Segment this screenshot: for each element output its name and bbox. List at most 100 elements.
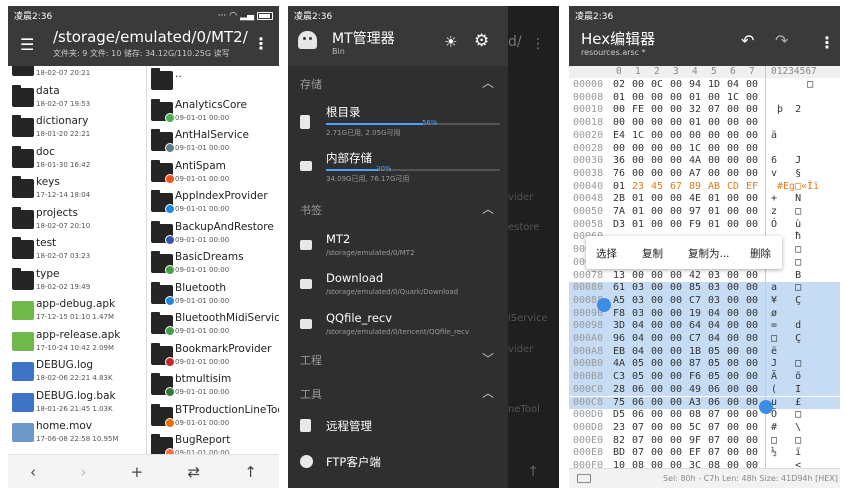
hex-byte[interactable]: 00	[746, 143, 758, 154]
hex-byte[interactable]: 00	[670, 295, 682, 306]
hex-byte[interactable]: 87	[689, 358, 701, 369]
hex-byte[interactable]: 00	[670, 270, 682, 281]
hex-byte[interactable]: 00	[670, 92, 682, 103]
hex-byte[interactable]: 76	[613, 168, 625, 179]
right-list-item[interactable]: btmultisim 09-01-01 00:00	[147, 371, 279, 402]
hex-byte[interactable]: 00	[746, 117, 758, 128]
hex-row[interactable]: 000D0 D5 06 00 00 08 07 00 00 Õ □	[569, 409, 840, 422]
hex-byte[interactable]: 00	[632, 117, 644, 128]
hex-row[interactable]: 00078 13 00 00 00 42 03 00 00 B	[569, 270, 840, 283]
hex-byte[interactable]: 00	[727, 435, 739, 446]
hex-row[interactable]: 00098 3D 04 00 00 64 04 00 00 = d	[569, 320, 840, 333]
hex-row[interactable]: 00040 01 23 45 67 89 AB CD EF #Eg□«Íï	[569, 181, 840, 194]
overflow-menu-icon[interactable]: ⋮	[819, 33, 835, 52]
hex-byte[interactable]: 94	[689, 79, 701, 90]
hex-byte[interactable]: 00	[670, 346, 682, 357]
hex-byte[interactable]: 00	[670, 206, 682, 217]
hex-byte[interactable]: 06	[632, 409, 644, 420]
hex-byte[interactable]: 00	[727, 397, 739, 408]
hex-byte[interactable]: 7A	[613, 206, 625, 217]
hex-byte[interactable]: 00	[670, 371, 682, 382]
hex-row[interactable]: 00048 2B 01 00 00 4E 01 00 00 + N	[569, 193, 840, 206]
hex-byte[interactable]: 00	[746, 155, 758, 166]
hex-byte[interactable]: 00	[727, 219, 739, 230]
hex-byte[interactable]: 00	[746, 79, 758, 90]
menu-copy[interactable]: 复制	[642, 246, 663, 261]
hex-byte[interactable]: 00	[727, 295, 739, 306]
hex-byte[interactable]: 04	[632, 346, 644, 357]
hex-byte[interactable]: 00	[727, 384, 739, 395]
hex-byte[interactable]: 08	[689, 409, 701, 420]
hex-byte[interactable]: 03	[632, 282, 644, 293]
hex-byte[interactable]: F8	[613, 308, 625, 319]
left-list-item[interactable]: keys 17-12-14 18:04	[8, 174, 144, 205]
bookmark-item[interactable]: MT2 /storage/emulated/0/MT2	[288, 232, 508, 264]
hex-byte[interactable]: 00	[746, 104, 758, 115]
hex-byte[interactable]: 00	[670, 333, 682, 344]
hex-byte[interactable]: 49	[689, 384, 701, 395]
right-list-item[interactable]: BluetoothMidiService 09-01-01 00:00	[147, 310, 279, 341]
hex-byte[interactable]: 00	[651, 308, 663, 319]
bookmark-item[interactable]: QQfile_recv /storage/emulated/0/tencent/…	[288, 311, 508, 343]
hex-byte[interactable]: 00	[670, 117, 682, 128]
hex-byte[interactable]: 00	[746, 206, 758, 217]
hex-row[interactable]: 000A8 EB 04 00 00 1B 05 00 00 ë	[569, 345, 840, 359]
menu-select[interactable]: 选择	[596, 246, 617, 261]
hex-byte[interactable]: 00	[746, 409, 758, 420]
hex-byte[interactable]: F6	[689, 371, 701, 382]
hex-byte[interactable]: 06	[632, 397, 644, 408]
hex-byte[interactable]: 00	[670, 447, 682, 458]
hex-byte[interactable]: C7	[689, 295, 701, 306]
hex-byte[interactable]: EF	[746, 181, 758, 192]
hex-byte[interactable]: 28	[613, 384, 625, 395]
hex-row[interactable]: 00000 02 00 0C 00 94 1D 04 00 □	[569, 79, 840, 92]
hex-byte[interactable]: 00	[746, 333, 758, 344]
hex-byte[interactable]: 00	[708, 92, 720, 103]
hex-byte[interactable]: 75	[613, 397, 625, 408]
hex-row[interactable]: 00010 00 FE 00 00 32 07 00 00 þ 2	[569, 104, 840, 117]
hex-byte[interactable]: E4	[613, 130, 625, 141]
hex-byte[interactable]: 00	[632, 143, 644, 154]
hex-byte[interactable]: 45	[651, 181, 663, 192]
hex-byte[interactable]: 00	[746, 193, 758, 204]
hex-byte[interactable]: 00	[651, 92, 663, 103]
hex-byte[interactable]: 00	[727, 206, 739, 217]
hex-byte[interactable]: 07	[708, 435, 720, 446]
left-list-item[interactable]: data 18-02-07 19:53	[8, 83, 144, 114]
hex-byte[interactable]: 89	[689, 181, 701, 192]
left-list-item[interactable]: test 18-02-07 03:23	[8, 235, 144, 266]
hex-row[interactable]: 000B0 4A 05 00 00 87 05 00 00 J □	[569, 358, 840, 372]
hex-byte[interactable]: 00	[708, 130, 720, 141]
hex-byte[interactable]: 00	[651, 117, 663, 128]
hex-byte[interactable]: 01	[632, 219, 644, 230]
hex-byte[interactable]: 00	[727, 168, 739, 179]
hex-byte[interactable]: AB	[708, 181, 720, 192]
redo-icon[interactable]: ↷	[775, 31, 788, 50]
left-list-item[interactable]: DEBUG.log.bak 18-01-26 21:45 1.03K	[8, 388, 144, 419]
hex-byte[interactable]: 00	[746, 435, 758, 446]
hex-byte[interactable]: 36	[613, 155, 625, 166]
hex-byte[interactable]: 00	[727, 117, 739, 128]
right-list-item[interactable]: AnalyticsCore 09-01-01 00:00	[147, 97, 279, 128]
hex-byte[interactable]: 02	[613, 79, 625, 90]
hex-byte[interactable]: 00	[651, 143, 663, 154]
hex-byte[interactable]: 00	[746, 358, 758, 369]
hex-byte[interactable]: 00	[727, 358, 739, 369]
hex-byte[interactable]: 85	[689, 282, 701, 293]
hex-byte[interactable]: 00	[746, 130, 758, 141]
hex-row[interactable]: 00028 00 00 00 00 1C 00 00 00	[569, 143, 840, 156]
hex-byte[interactable]: 00	[670, 308, 682, 319]
hex-byte[interactable]: 00	[670, 358, 682, 369]
hex-byte[interactable]: 00	[727, 308, 739, 319]
hex-byte[interactable]: 00	[708, 143, 720, 154]
hex-byte[interactable]: F9	[689, 219, 701, 230]
hex-byte[interactable]: 00	[632, 92, 644, 103]
chevron-up-icon[interactable]: ︿	[482, 200, 494, 217]
hex-byte[interactable]: 00	[746, 371, 758, 382]
hex-byte[interactable]: 82	[613, 435, 625, 446]
hex-byte[interactable]: 04	[708, 320, 720, 331]
hex-byte[interactable]: 00	[651, 155, 663, 166]
hex-byte[interactable]: 00	[670, 422, 682, 433]
chevron-up-icon[interactable]: ︿	[482, 74, 494, 91]
hex-byte[interactable]: 00	[651, 270, 663, 281]
